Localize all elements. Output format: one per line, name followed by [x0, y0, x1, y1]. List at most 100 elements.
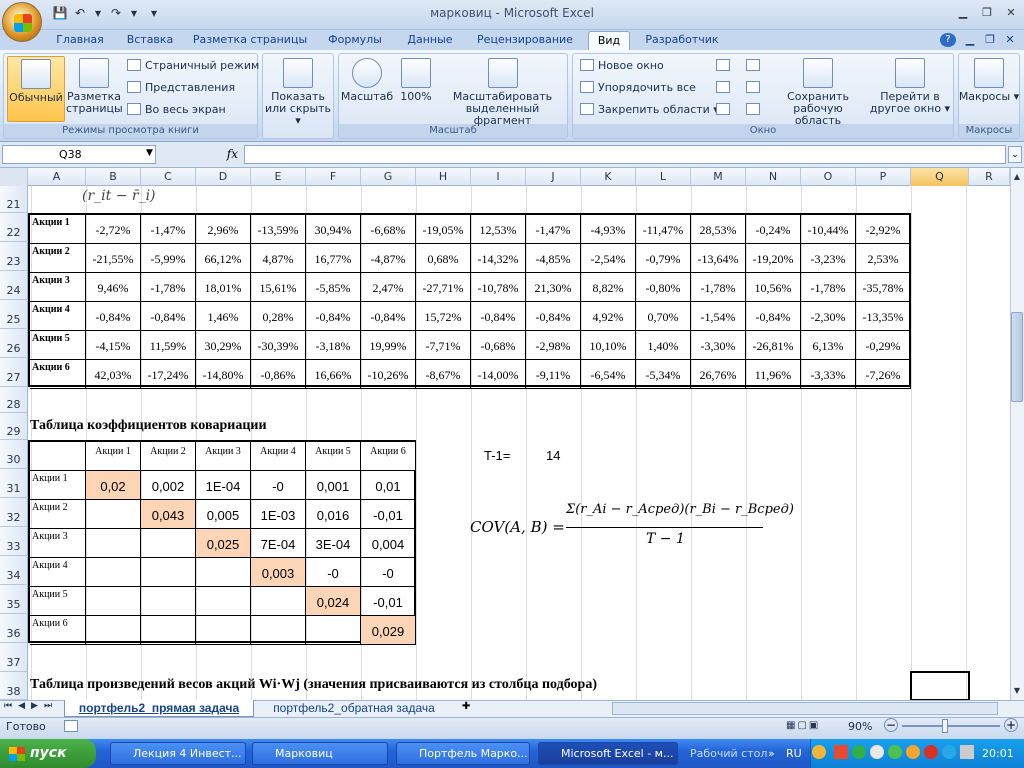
stock-row-label[interactable]: Акции 4 [30, 302, 86, 331]
tray-app-icon[interactable] [870, 745, 884, 759]
zoom-slider[interactable] [902, 725, 1000, 727]
cov-column-header[interactable]: Акции 4 [251, 442, 306, 471]
stock-row-label[interactable]: Акции 6 [30, 360, 86, 389]
return-cell[interactable]: 28,53% [691, 215, 746, 244]
tray-app-icon[interactable] [924, 745, 938, 759]
return-cell[interactable]: -6,68% [361, 215, 416, 244]
row-header[interactable]: 22 [0, 213, 28, 242]
zoom-out-icon[interactable]: − [884, 718, 898, 732]
desktop-chevron-icon[interactable]: » [768, 747, 775, 760]
row-header[interactable]: 25 [0, 300, 28, 329]
help-icon[interactable]: ? [940, 33, 956, 47]
cov-row-label[interactable]: Акции 6 [30, 616, 86, 645]
return-cell[interactable]: -1,47% [141, 215, 196, 244]
return-cell[interactable]: 8,82% [581, 273, 636, 302]
row-header[interactable]: 28 [0, 387, 28, 413]
return-cell[interactable]: -35,78% [856, 273, 911, 302]
return-cell[interactable]: -1,54% [691, 302, 746, 331]
return-cell[interactable]: -7,71% [416, 331, 471, 360]
zoom-in-icon[interactable]: + [1004, 718, 1018, 732]
return-cell[interactable]: 26,76% [691, 360, 746, 389]
column-header[interactable]: B [86, 168, 141, 186]
volume-icon[interactable] [960, 745, 974, 759]
cov-cell[interactable] [141, 587, 196, 616]
cov-cell[interactable]: 0,01 [361, 471, 416, 500]
switch-windows-button[interactable]: Перейти в другое окно ▾ [868, 58, 952, 115]
return-cell[interactable]: 4,87% [251, 244, 306, 273]
return-cell[interactable]: -3,23% [801, 244, 856, 273]
column-header[interactable]: O [801, 168, 856, 186]
cov-cell[interactable]: 0,005 [196, 500, 251, 529]
return-cell[interactable]: 1,40% [636, 331, 691, 360]
scroll-down-icon[interactable]: ▼ [1011, 686, 1023, 698]
row-header[interactable]: 33 [0, 527, 28, 556]
name-box[interactable]: Q38 [2, 145, 156, 164]
column-header[interactable]: J [526, 168, 581, 186]
column-header-selected[interactable]: Q [911, 168, 969, 186]
return-cell[interactable]: -0,84% [361, 302, 416, 331]
cov-cell[interactable]: -0,01 [361, 500, 416, 529]
view-buttons-icon[interactable]: ▦▢▣ [786, 720, 838, 734]
return-cell[interactable]: -2,72% [86, 215, 141, 244]
return-cell[interactable]: 0,70% [636, 302, 691, 331]
return-cell[interactable]: -0,84% [526, 302, 581, 331]
tray-app-icon[interactable] [852, 745, 866, 759]
return-cell[interactable]: -3,33% [801, 360, 856, 389]
return-cell[interactable]: -14,32% [471, 244, 526, 273]
return-cell[interactable]: -13,59% [251, 215, 306, 244]
cov-cell[interactable]: -0 [306, 558, 361, 587]
reset-window-icon[interactable] [746, 103, 760, 115]
column-header[interactable]: K [581, 168, 636, 186]
select-all-corner[interactable] [0, 168, 28, 186]
zoom-100-button[interactable]: 100% [396, 58, 436, 103]
return-cell[interactable]: -0,79% [636, 244, 691, 273]
cov-diagonal-cell[interactable]: 0,024 [306, 587, 361, 616]
return-cell[interactable]: -10,26% [361, 360, 416, 389]
cov-cell[interactable] [86, 529, 141, 558]
return-cell[interactable]: 10,56% [746, 273, 801, 302]
task-lecture[interactable]: Лекция 4 Инвест... [110, 742, 246, 765]
show-hide-button[interactable]: Показать или скрыть ▾ [262, 58, 334, 127]
cov-cell[interactable] [196, 616, 251, 645]
sheet-tab[interactable]: портфель2_обратная задача [258, 700, 450, 717]
return-cell[interactable]: 10,10% [581, 331, 636, 360]
return-cell[interactable]: -4,15% [86, 331, 141, 360]
cov-cell[interactable]: 0,004 [361, 529, 416, 558]
column-header[interactable]: H [416, 168, 471, 186]
arrange-all-button[interactable]: Упорядочить все [580, 79, 696, 97]
row-header[interactable]: 35 [0, 585, 28, 614]
cov-row-label[interactable]: Акции 1 [30, 471, 86, 500]
cov-cell[interactable] [141, 616, 196, 645]
tab-developer[interactable]: Разработчик [640, 31, 724, 50]
ribbon-restore-icon[interactable]: ❐ [982, 31, 998, 50]
cov-cell[interactable] [86, 587, 141, 616]
return-cell[interactable]: -0,84% [306, 302, 361, 331]
row-header[interactable]: 21 [0, 186, 28, 213]
return-cell[interactable]: -0,68% [471, 331, 526, 360]
return-cell[interactable]: -4,85% [526, 244, 581, 273]
full-screen-button[interactable]: Во весь экран [127, 101, 226, 119]
cov-column-header[interactable]: Акции 1 [86, 442, 141, 471]
column-header[interactable]: I [471, 168, 526, 186]
insert-sheet-icon[interactable]: ✚ [462, 701, 470, 712]
scroll-thumb[interactable] [1011, 312, 1023, 402]
return-cell[interactable]: 2,53% [856, 244, 911, 273]
cov-cell[interactable] [86, 558, 141, 587]
zoom-level[interactable]: 90% [848, 720, 872, 733]
cov-column-header[interactable]: Акции 5 [306, 442, 361, 471]
return-cell[interactable]: 2,96% [196, 215, 251, 244]
tab-page-layout[interactable]: Разметка страницы [190, 31, 310, 50]
sync-scroll-icon[interactable] [746, 81, 760, 93]
freeze-panes-button[interactable]: Закрепить области ▾ [580, 101, 719, 119]
tab-review[interactable]: Рецензирование [470, 31, 580, 50]
row-header[interactable]: 29 [0, 413, 28, 440]
return-cell[interactable]: -5,34% [636, 360, 691, 389]
cov-cell[interactable]: 1E-04 [196, 471, 251, 500]
cov-cell[interactable]: 0,016 [306, 500, 361, 529]
return-cell[interactable]: -4,87% [361, 244, 416, 273]
macro-record-icon[interactable] [64, 720, 78, 732]
return-cell[interactable]: -17,24% [141, 360, 196, 389]
return-cell[interactable]: -19,20% [746, 244, 801, 273]
column-header[interactable]: R [969, 168, 1010, 186]
unhide-window-icon[interactable] [716, 103, 730, 115]
